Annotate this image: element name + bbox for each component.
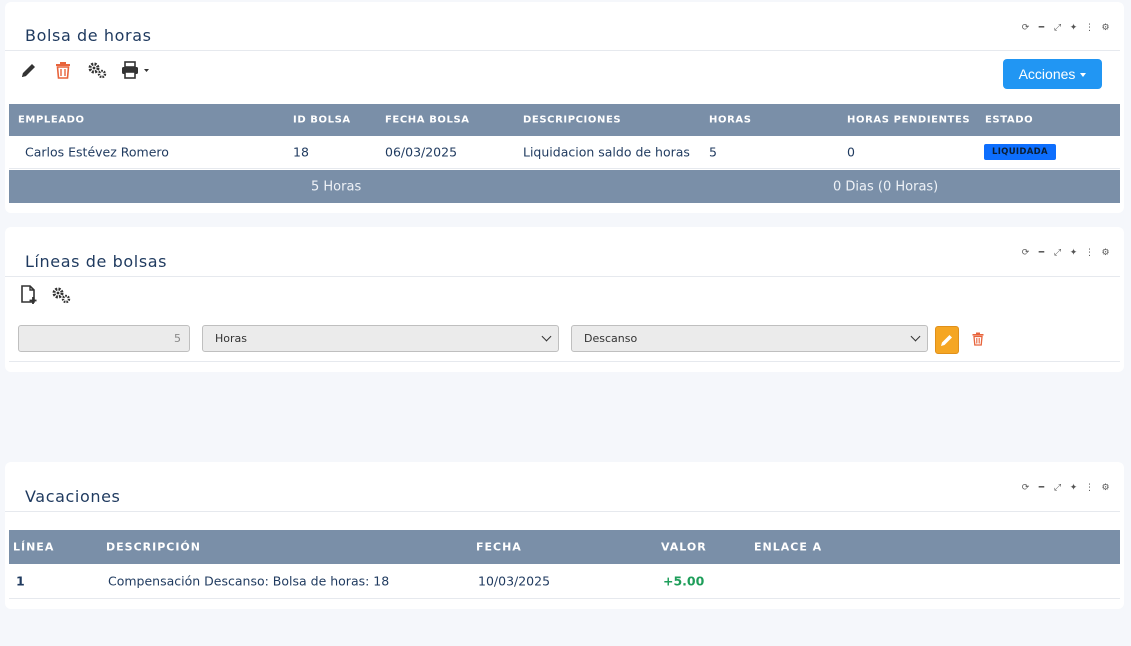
type-selected: Descanso (584, 332, 638, 345)
cell-linea: 1 (16, 573, 25, 589)
expand-icon[interactable]: ⤢ (1053, 249, 1062, 258)
minimize-icon[interactable]: ━ (1037, 249, 1046, 258)
chevron-down-icon (541, 331, 552, 342)
col-horas-pendientes: HORAS PENDIENTES (847, 114, 971, 126)
type-select[interactable]: Descanso (571, 325, 928, 352)
vacaciones-panel: Vacaciones ⟳ ━ ⤢ ✦ ⋮ ⚙ LÍNEA DESCRIPCIÓN… (5, 462, 1124, 609)
bolsa-window-tools: ⟳ ━ ⤢ ✦ ⋮ ⚙ (1021, 24, 1110, 33)
cell-descripcion: Compensación Descanso: Bolsa de horas: 1… (108, 573, 390, 589)
cell-id-bolsa: 18 (293, 144, 309, 160)
vacaciones-divider (5, 511, 1120, 512)
col-estado: ESTADO (985, 114, 1034, 126)
col-linea: LÍNEA (13, 540, 55, 554)
magic-wand-icon[interactable]: ✦ (1069, 484, 1078, 493)
cell-valor: +5.00 (663, 573, 705, 589)
col-fecha: FECHA (476, 540, 522, 554)
chevron-down-icon (910, 331, 921, 342)
bolsa-title: Bolsa de horas (25, 26, 152, 45)
gear-icon[interactable]: ⚙ (1101, 249, 1110, 258)
print-icon[interactable] (121, 60, 151, 80)
gear-icon[interactable]: ⚙ (1101, 24, 1110, 33)
more-icon[interactable]: ⋮ (1085, 484, 1094, 493)
expand-icon[interactable]: ⤢ (1053, 24, 1062, 33)
refresh-icon[interactable]: ⟳ (1021, 484, 1030, 493)
lineas-bottom-divider (9, 361, 1120, 362)
col-descripcion: DESCRIPCIÓN (106, 540, 201, 554)
quantity-input[interactable]: 5 (18, 325, 190, 352)
unit-selected: Horas (215, 332, 247, 345)
col-descripciones: DESCRIPCIONES (523, 114, 622, 126)
lineas-title: Líneas de bolsas (25, 252, 168, 271)
col-valor: VALOR (661, 540, 707, 554)
bolsa-table-header: EMPLEADO ID BOLSA FECHA BOLSA DESCRIPCIO… (9, 104, 1120, 136)
col-id-bolsa: ID BOLSA (293, 114, 351, 126)
new-document-icon[interactable] (19, 285, 39, 305)
delete-line-button[interactable] (972, 331, 984, 350)
footer-dias-total: 0 Dias (0 Horas) (833, 179, 939, 194)
magic-wand-icon[interactable]: ✦ (1069, 249, 1078, 258)
bolsa-divider (5, 50, 1120, 51)
acciones-label: Acciones (1018, 66, 1076, 82)
edit-line-button[interactable] (935, 326, 959, 354)
refresh-icon[interactable]: ⟳ (1021, 249, 1030, 258)
bolsa-panel: Bolsa de horas ⟳ ━ ⤢ ✦ ⋮ ⚙ Acciones EMPL… (5, 2, 1124, 213)
cell-descripcion: Liquidacion saldo de horas (523, 144, 690, 160)
lineas-divider (5, 276, 1120, 277)
lineas-window-tools: ⟳ ━ ⤢ ✦ ⋮ ⚙ (1021, 249, 1110, 258)
vacaciones-window-tools: ⟳ ━ ⤢ ✦ ⋮ ⚙ (1021, 484, 1110, 493)
col-fecha-bolsa: FECHA BOLSA (385, 114, 470, 126)
bolsa-table-footer: 5 Horas 0 Dias (0 Horas) (9, 170, 1120, 203)
vacaciones-table-header: LÍNEA DESCRIPCIÓN FECHA VALOR ENLACE A (9, 530, 1120, 564)
bolsa-toolbar (19, 60, 151, 80)
acciones-button[interactable]: Acciones (1003, 59, 1102, 89)
quantity-value: 5 (174, 332, 181, 345)
vacaciones-title: Vacaciones (25, 487, 121, 506)
status-badge: LIQUIDADA (984, 144, 1056, 160)
more-icon[interactable]: ⋮ (1085, 249, 1094, 258)
trash-icon (972, 332, 984, 346)
gears-icon[interactable] (51, 285, 71, 305)
cell-horas-pendientes: 0 (847, 144, 855, 160)
col-empleado: EMPLEADO (18, 114, 85, 126)
gear-icon[interactable]: ⚙ (1101, 484, 1110, 493)
pencil-icon[interactable] (19, 60, 39, 80)
trash-icon[interactable] (53, 60, 73, 80)
col-enlace: ENLACE A (754, 540, 823, 554)
cell-fecha: 10/03/2025 (478, 573, 551, 589)
gears-icon[interactable] (87, 60, 107, 80)
table-row[interactable]: Carlos Estévez Romero 18 06/03/2025 Liqu… (9, 136, 1120, 169)
refresh-icon[interactable]: ⟳ (1021, 24, 1030, 33)
pencil-icon (941, 335, 952, 346)
footer-horas-total: 5 Horas (311, 179, 362, 194)
cell-horas: 5 (709, 144, 717, 160)
col-horas: HORAS (709, 114, 752, 126)
minimize-icon[interactable]: ━ (1037, 24, 1046, 33)
cell-fecha-bolsa: 06/03/2025 (385, 144, 458, 160)
lineas-toolbar (19, 285, 71, 305)
magic-wand-icon[interactable]: ✦ (1069, 24, 1078, 33)
chevron-down-icon (1080, 73, 1087, 77)
table-row[interactable]: 1 Compensación Descanso: Bolsa de horas:… (9, 564, 1120, 599)
expand-icon[interactable]: ⤢ (1053, 484, 1062, 493)
minimize-icon[interactable]: ━ (1037, 484, 1046, 493)
more-icon[interactable]: ⋮ (1085, 24, 1094, 33)
cell-empleado[interactable]: Carlos Estévez Romero (25, 145, 169, 160)
unit-select[interactable]: Horas (202, 325, 559, 352)
